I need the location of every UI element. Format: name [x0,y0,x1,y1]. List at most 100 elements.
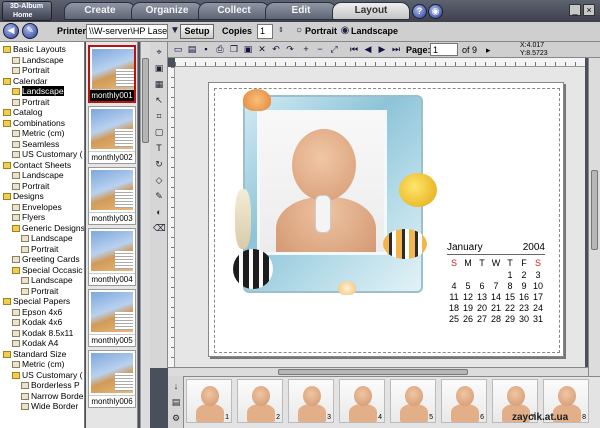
tree-item[interactable]: Combinations [3,118,65,128]
tree-item[interactable]: Designs [3,191,44,201]
filmstrip-photo[interactable]: 5 [390,379,436,423]
redo-icon[interactable]: ↷ [284,44,296,55]
tree-item[interactable]: Landscape [12,86,64,96]
tree-item[interactable]: Contact Sheets [3,160,71,170]
grid-icon[interactable]: ▦ [153,78,165,90]
printer-select[interactable]: \\W-server\HP LaserJet [86,24,168,39]
tree-item[interactable]: Portrait [21,244,58,254]
tree-item[interactable]: Flyers [12,212,45,222]
minimize-icon[interactable]: _ [569,4,581,16]
tree-item[interactable]: Landscape [12,55,64,65]
tree-item[interactable]: Standard Size [3,349,66,359]
tab-layout[interactable]: Layout [332,2,410,20]
tree-item[interactable]: Epson 4x6 [12,307,62,317]
tree-item[interactable]: Special Occasic [12,265,82,275]
thumbnail-scrollbar[interactable] [140,42,150,428]
import-icon[interactable]: ↓ [170,380,182,392]
filmstrip-photo[interactable]: 2 [237,379,283,423]
template-thumbnail[interactable]: monthly003 [88,167,136,225]
first-page-icon[interactable]: ⏮ [348,44,360,55]
help-icon[interactable]: ? [412,4,427,19]
shape-icon[interactable]: ◇ [153,174,165,186]
tree-item[interactable]: Kodak 8.5x11 [12,328,73,338]
calendar-block[interactable]: January 2004 S M T W T F S 1 2 3 4 5 6 7 8 9 10 11 12 13 14 1… [447,242,545,326]
zoom-in-icon[interactable]: + [300,44,312,55]
tree-item[interactable]: Portrait [12,181,49,191]
filmstrip-photo[interactable]: 3 [288,379,334,423]
filmstrip-photo[interactable]: 1 [186,379,232,423]
tree-item[interactable]: Calendar [3,76,48,86]
tree-item[interactable]: Portrait [12,65,49,75]
color-icon[interactable]: ◐ [153,206,165,218]
tree-item[interactable]: US Customary ( [12,370,82,380]
pointer-icon[interactable]: ⌖ [153,46,165,58]
close-icon[interactable]: × [583,4,595,16]
template-thumbnail[interactable]: monthly006 [88,350,136,408]
zoom-out-icon[interactable]: − [314,44,326,55]
template-thumbnail[interactable]: monthly001 [88,45,136,103]
layout-canvas[interactable]: January 2004 S M T W T F S 1 2 3 4 5 6 7 8 9 10 11 12 13 14 1… [175,67,585,367]
template-thumbnail[interactable]: monthly002 [88,106,136,164]
tab-create[interactable]: Create [64,2,136,20]
canvas-horizontal-scrollbar[interactable] [168,367,588,376]
options-icon[interactable]: ◉ [428,4,443,19]
page-number-input[interactable]: 1 [430,43,458,56]
tree-item[interactable]: Seamless [12,139,59,149]
undo-icon[interactable]: ↶ [270,44,282,55]
back-icon[interactable]: ◀ [3,23,19,39]
tree-item[interactable]: Metric (cm) [12,128,65,138]
tree-item[interactable]: Landscape [21,275,73,285]
edit-icon[interactable]: ✎ [22,23,38,39]
tree-item[interactable]: Special Papers [3,296,70,306]
tree-item[interactable]: Catalog [3,107,42,117]
v-scroll-thumb[interactable] [591,170,598,250]
tree-item[interactable]: Borderless P [21,380,80,390]
tree-item[interactable]: Basic Layouts [3,44,66,54]
tree-item[interactable]: Kodak A4 [12,338,58,348]
frame-icon[interactable]: ▢ [153,126,165,138]
landscape-radio[interactable]: ◉ [339,25,351,37]
tab-organize[interactable]: Organize [131,2,203,20]
open-icon[interactable]: ▤ [186,44,198,55]
tab-collect[interactable]: Collect [198,2,270,20]
save-icon[interactable]: ▪ [200,44,212,55]
tree-item[interactable]: Wide Border [21,401,78,411]
tree-item[interactable]: US Customary ( [12,149,82,159]
prev-page-icon[interactable]: ◀ [362,44,374,55]
eraser-icon[interactable]: ⌫ [153,222,166,234]
delete-icon[interactable]: ✕ [256,44,268,55]
tree-item[interactable]: Portrait [12,97,49,107]
filmstrip-photo[interactable]: 4 [339,379,385,423]
tree-item[interactable]: Kodak 4x6 [12,317,62,327]
filmstrip-photo[interactable]: 6 [441,379,487,423]
zoom-icon[interactable]: ⤢ [328,44,340,55]
tree-item[interactable]: Envelopes [12,202,62,212]
tree-item[interactable]: Generic Designs [12,223,84,233]
paste-icon[interactable]: ▣ [242,44,254,55]
page-preview[interactable]: January 2004 S M T W T F S 1 2 3 4 5 6 7 8 9 10 11 12 13 14 1… [208,82,564,357]
tree-item[interactable]: Greeting Cards [12,254,80,264]
print-icon[interactable]: ⎙ [214,44,226,55]
settings-icon[interactable]: ⚙ [170,412,182,424]
tree-item[interactable]: Portrait [21,286,58,296]
tree-item[interactable]: Landscape [21,233,73,243]
tree-item[interactable]: Narrow Borde [21,391,83,401]
text-tool-icon[interactable]: T [153,142,165,154]
next-page-icon[interactable]: ▶ [376,44,388,55]
tree-item[interactable]: Landscape [12,170,64,180]
tab-edit[interactable]: Edit [265,2,337,20]
album-icon[interactable]: ▤ [170,396,182,408]
copy-icon[interactable]: ❐ [228,44,240,55]
rotate-icon[interactable]: ↻ [153,158,165,170]
paint-icon[interactable]: ✎ [153,190,165,202]
tree-item[interactable]: Metric (cm) [12,359,65,369]
copies-stepper-icon[interactable]: ⇕ [275,25,287,37]
template-thumbnail[interactable]: monthly004 [88,228,136,286]
canvas-vertical-scrollbar[interactable] [588,58,600,376]
next-small-icon[interactable]: ▸ [486,45,491,56]
new-page-icon[interactable]: ▭ [172,44,184,55]
baby-photo[interactable] [257,110,387,255]
arrow-icon[interactable]: ↖ [153,94,165,106]
h-scroll-thumb[interactable] [278,369,468,375]
select-icon[interactable]: ▣ [153,62,165,74]
